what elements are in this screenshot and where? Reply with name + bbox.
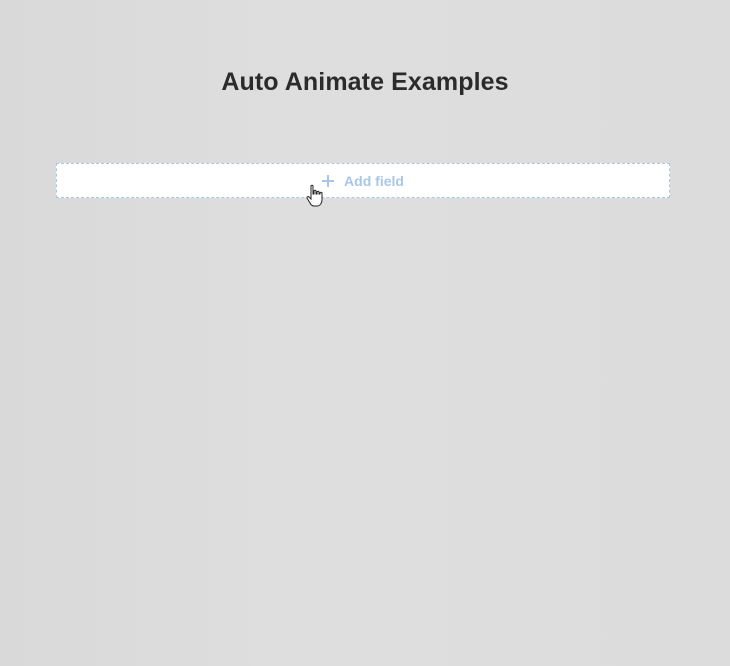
add-field-label: Add field	[344, 172, 404, 189]
page-title: Auto Animate Examples	[221, 68, 509, 96]
add-field-button[interactable]: Add field	[56, 163, 670, 198]
page-background: Auto Animate Examples Add field	[0, 0, 730, 666]
hand-pointer-cursor-icon	[306, 184, 323, 207]
